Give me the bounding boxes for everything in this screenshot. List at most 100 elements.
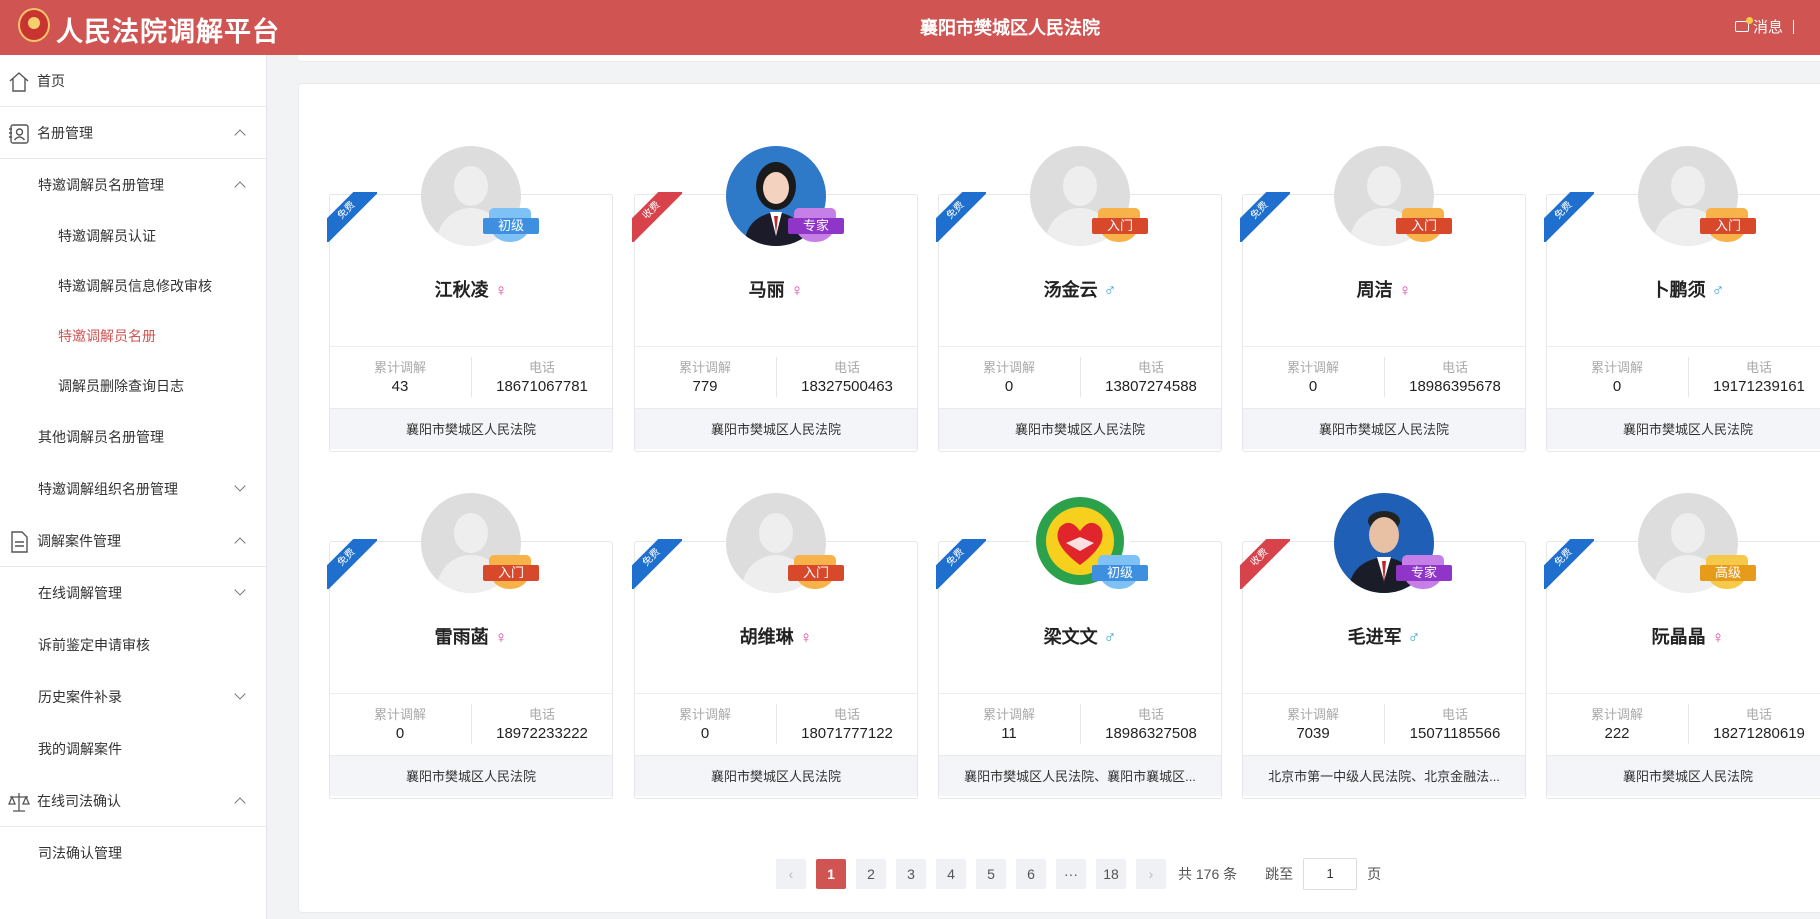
total-count: 共 176 条 — [1178, 866, 1238, 882]
phone-label: 电话 — [1441, 360, 1468, 375]
court-name: 襄阳市樊城区人民法院 — [1243, 408, 1525, 449]
mediator-name: 马丽 ♀ — [634, 276, 918, 302]
messages-label: 消息 — [1752, 19, 1783, 36]
avatar-head — [1367, 166, 1401, 206]
page-button[interactable]: 6 — [1016, 859, 1046, 889]
sidebar-item[interactable]: 调解员删除查询日志 — [0, 361, 266, 411]
mediator-card[interactable]: 免费 初级 江秋凌 ♀ 累计调解 43 电话 18671067781 襄阳市樊城区人民法院 — [327, 146, 613, 452]
sidebar-item[interactable]: 司法确认管理 — [0, 827, 266, 879]
mediator-name: 周洁 ♀ — [1242, 276, 1526, 302]
card-stats: 累计调解 11 电话 18986327508 — [938, 693, 1222, 755]
court-name: 北京市第一中级人民法院、北京金融法... — [1243, 755, 1525, 796]
phone-label: 电话 — [1137, 360, 1164, 375]
gender-icon: ♀ — [1398, 281, 1412, 300]
court-name: 襄阳市樊城区人民法院 — [1547, 755, 1820, 796]
mediator-card[interactable]: 收费 专家 马丽 ♀ 累计调解 779 电话 18327500463 襄阳市樊城区人民法院 — [632, 146, 918, 452]
mediator-name-text: 马丽 — [748, 280, 785, 300]
fee-label: 免费 — [1240, 192, 1290, 242]
page-button[interactable]: 3 — [896, 859, 926, 889]
chevron-down-icon — [234, 480, 246, 492]
mediator-name: 卜鹏须 ♂ — [1546, 276, 1820, 302]
document-icon — [7, 530, 31, 554]
mediator-card[interactable]: 免费 入门 周洁 ♀ 累计调解 0 电话 18986395678 襄阳市樊城区人民法院 — [1240, 146, 1526, 452]
sidebar-item-label: 调解员删除查询日志 — [58, 378, 184, 394]
sidebar-item[interactable]: 我的调解案件 — [0, 723, 266, 775]
court-name: 襄阳市樊城区人民法院 — [330, 755, 612, 796]
next-page-button[interactable]: › — [1136, 859, 1166, 889]
sidebar-item[interactable]: 名册管理 — [0, 107, 266, 159]
level-label: 入门 — [788, 565, 844, 581]
page-button[interactable]: 2 — [856, 859, 886, 889]
fee-ribbon: 免费 — [1240, 192, 1290, 242]
sidebar-item[interactable]: 特邀调解员认证 — [0, 211, 266, 261]
page-button[interactable]: 1 — [816, 859, 846, 889]
mediator-name: 梁文文 ♂ — [938, 623, 1222, 649]
mediation-count-value: 222 — [1604, 725, 1630, 742]
mediation-count-value: 0 — [395, 725, 405, 742]
mediator-card[interactable]: 免费 入门 胡维琳 ♀ 累计调解 0 电话 18071777122 襄阳市樊城区人民法院 — [632, 493, 918, 799]
mediation-count-label: 累计调解 — [1590, 360, 1643, 375]
gender-icon: ♀ — [790, 281, 804, 300]
sidebar-item-label: 其他调解员名册管理 — [38, 429, 164, 445]
card-stats: 累计调解 0 电话 18071777122 — [634, 693, 918, 755]
mediator-name-text: 阮晶晶 — [1651, 627, 1706, 647]
sidebar-item-label: 历史案件补录 — [38, 689, 122, 705]
sidebar-item[interactable]: 特邀调解员信息修改审核 — [0, 261, 266, 311]
mediation-count-value: 0 — [1612, 378, 1622, 395]
mediator-card[interactable]: 免费 入门 雷雨菡 ♀ 累计调解 0 电话 18972233222 襄阳市樊城区人民法院 — [327, 493, 613, 799]
phone-label: 电话 — [1137, 707, 1164, 722]
level-badge: 专家 — [788, 208, 844, 244]
messages-button[interactable]: 消息 — [1734, 16, 1794, 37]
sidebar-item[interactable]: 首页 — [0, 55, 266, 107]
page-button[interactable]: 18 — [1096, 859, 1126, 889]
court-name: 襄阳市樊城区人民法院、襄阳市襄城区... — [939, 755, 1221, 796]
avatar-head — [1671, 513, 1705, 553]
page-button[interactable]: ··· — [1056, 859, 1086, 889]
jump-page-input[interactable]: 1 — [1303, 858, 1358, 890]
card-stats: 累计调解 7039 电话 15071185566 — [1242, 693, 1526, 755]
mediator-card[interactable]: 收费 专家 毛进军 ♂ 累计调解 7039 电话 15071185566 北京市第一中级人民法院… — [1240, 493, 1526, 799]
sidebar-item[interactable]: 在线司法确认 — [0, 775, 266, 827]
phone: 电话 19171239161 — [1688, 357, 1820, 395]
fee-ribbon: 免费 — [936, 539, 986, 589]
phone-label: 电话 — [1745, 707, 1772, 722]
mediator-card[interactable]: 免费 高级 阮晶晶 ♀ 累计调解 222 电话 18271280619 襄阳市樊城区人民法院 — [1544, 493, 1820, 799]
page-button[interactable]: 4 — [936, 859, 966, 889]
mediation-count-label: 累计调解 — [678, 707, 731, 722]
phone-value: 19171239161 — [1713, 378, 1805, 395]
mediation-count-value: 43 — [391, 378, 409, 395]
gender-icon: ♂ — [1711, 281, 1725, 300]
prev-page-button[interactable]: ‹ — [776, 859, 806, 889]
home-icon — [7, 70, 31, 94]
mediator-name-text: 梁文文 — [1043, 627, 1098, 647]
sidebar-item[interactable]: 调解案件管理 — [0, 515, 266, 567]
mediator-name: 毛进军 ♂ — [1242, 623, 1526, 649]
sidebar-item[interactable]: 特邀调解员名册 — [0, 311, 266, 361]
mediator-card[interactable]: 免费 初级梁文文 ♂ 累计调解 11 电话 18986327508 襄阳市樊城区人民法院、襄阳… — [936, 493, 1222, 799]
level-badge: 入门 — [1092, 208, 1148, 244]
avatar-head — [759, 513, 793, 553]
chevron-down-icon — [234, 688, 246, 700]
phone: 电话 18271280619 — [1688, 704, 1820, 742]
sidebar-item-label: 诉前鉴定申请审核 — [38, 637, 150, 653]
phone-label: 电话 — [1441, 707, 1468, 722]
level-badge: 初级 — [1092, 555, 1148, 591]
mediation-count: 累计调解 43 — [329, 357, 471, 395]
sidebar-item[interactable]: 在线调解管理 — [0, 567, 266, 619]
page-button[interactable]: 5 — [976, 859, 1006, 889]
court-name: 襄阳市樊城区人民法院 — [635, 755, 917, 796]
phone: 电话 18671067781 — [471, 357, 613, 395]
sidebar-item[interactable]: 诉前鉴定申请审核 — [0, 619, 266, 671]
card-stats: 累计调解 0 电话 18972233222 — [329, 693, 613, 755]
mediator-card[interactable]: 免费 入门 汤金云 ♂ 累计调解 0 电话 13807274588 襄阳市樊城区人民法院 — [936, 146, 1222, 452]
mediation-count-value: 7039 — [1296, 725, 1330, 742]
sidebar-item[interactable]: 历史案件补录 — [0, 671, 266, 723]
level-badge: 入门 — [1396, 208, 1452, 244]
phone-value: 18671067781 — [496, 378, 588, 395]
sidebar-item[interactable]: 其他调解员名册管理 — [0, 411, 266, 463]
sidebar-item[interactable]: 特邀调解组织名册管理 — [0, 463, 266, 515]
fee-label: 免费 — [327, 192, 377, 242]
sidebar-item[interactable]: 特邀调解员名册管理 — [0, 159, 266, 211]
avatar-head — [1063, 166, 1097, 206]
mediator-card[interactable]: 免费 入门 卜鹏须 ♂ 累计调解 0 电话 19171239161 襄阳市樊城区人民法院 — [1544, 146, 1820, 452]
